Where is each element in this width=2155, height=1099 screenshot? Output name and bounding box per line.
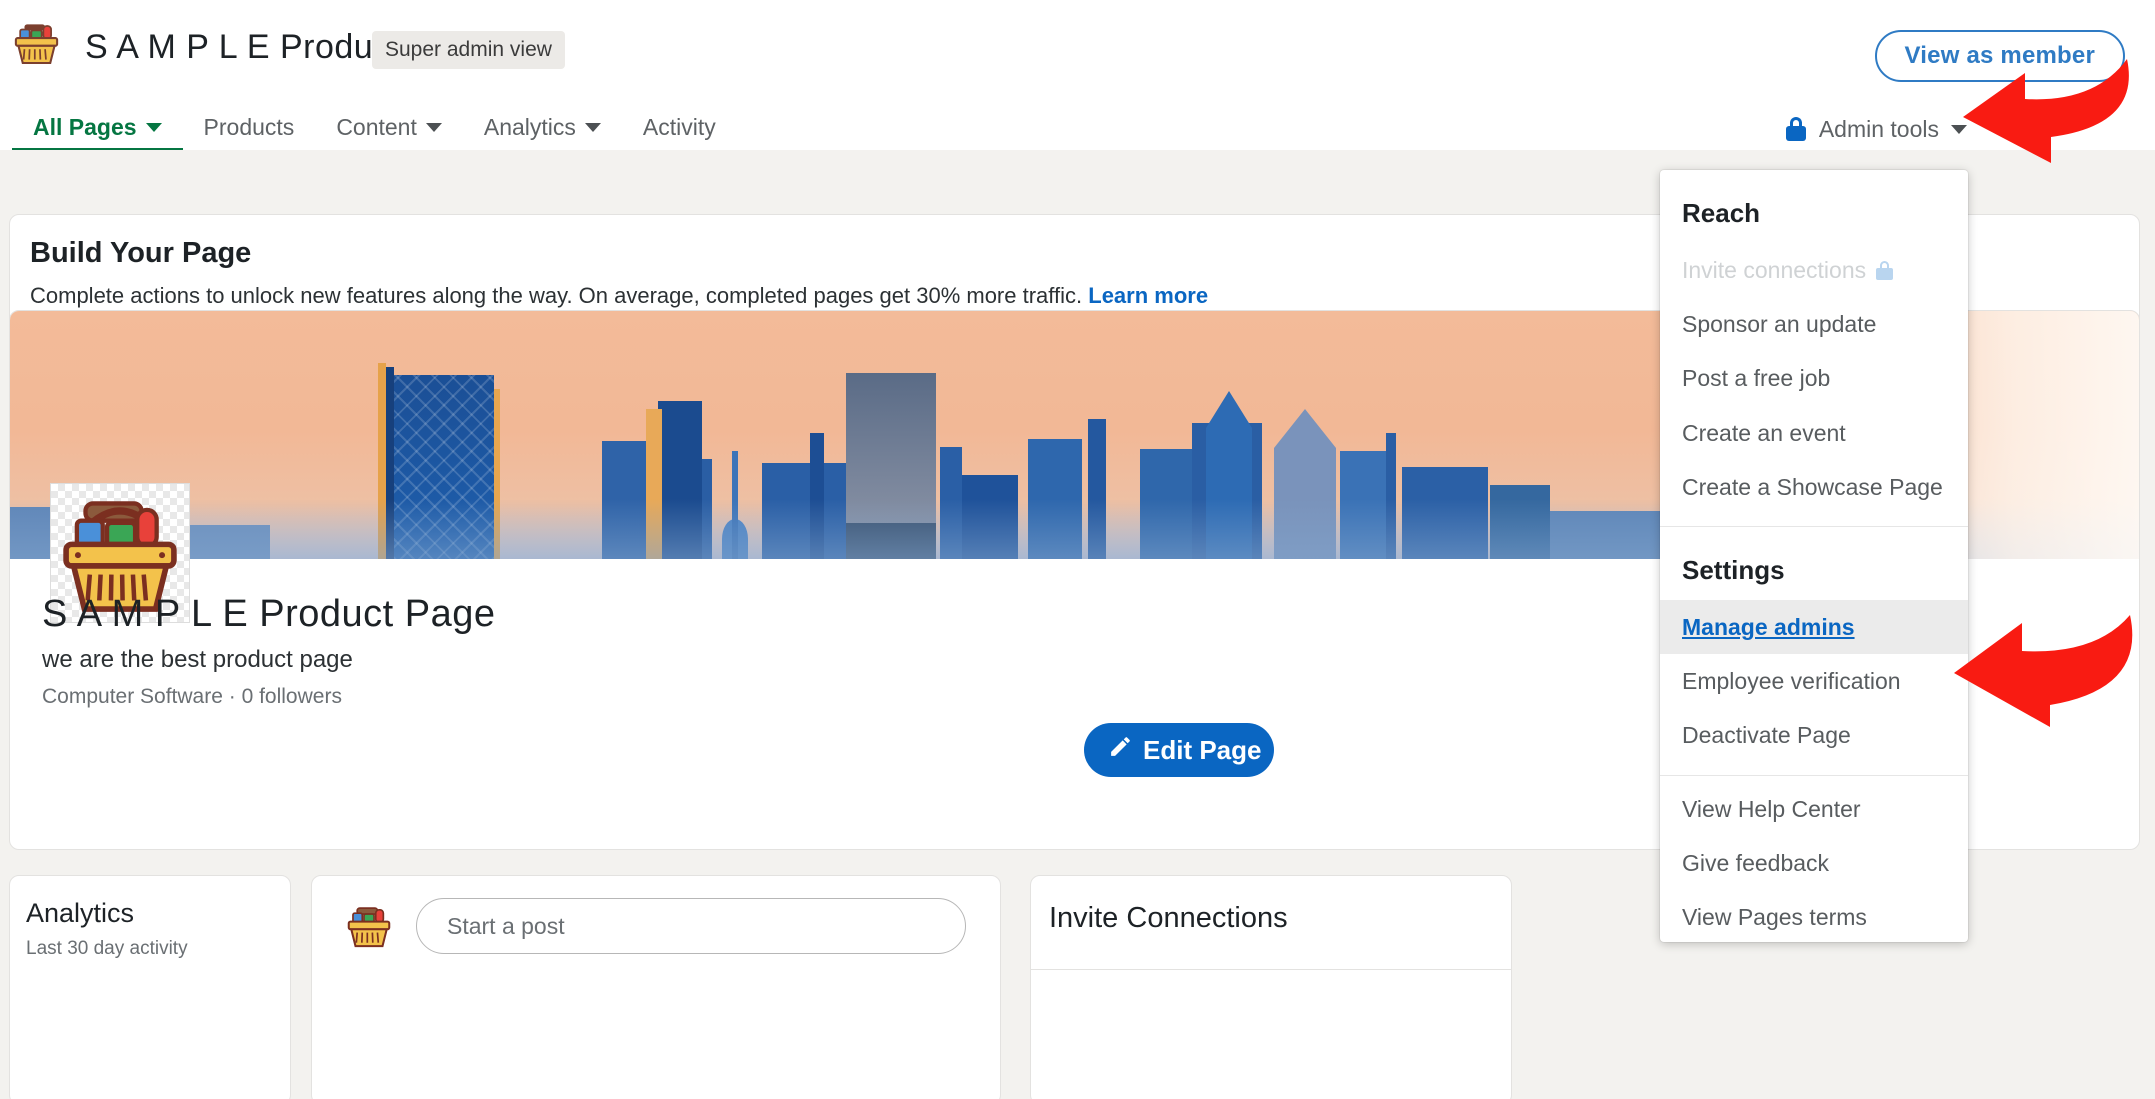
chevron-down-icon: [145, 122, 162, 132]
chevron-down-icon: [425, 122, 442, 132]
menu-item-sponsor-an-update[interactable]: Sponsor an update: [1660, 297, 1968, 351]
menu-item-give-feedback[interactable]: Give feedback: [1660, 836, 1968, 890]
nav-label: All Pages: [33, 113, 137, 140]
menu-item-view-help-center[interactable]: View Help Center: [1660, 782, 1968, 836]
menu-section-heading: Settings: [1682, 554, 1785, 585]
admin-tools-dropdown[interactable]: Reach Invite connections Sponsor an update…: [1660, 170, 1968, 942]
menu-item-deactivate-page[interactable]: Deactivate Page: [1660, 708, 1968, 762]
menu-item-employee-verification[interactable]: Employee verification: [1660, 654, 1968, 708]
nav-label: Content: [336, 113, 417, 140]
super-admin-badge: Super admin view: [372, 31, 565, 69]
profile-name: S A M P L E Product Page: [42, 593, 496, 635]
profile-tagline: we are the best product page: [42, 646, 353, 673]
build-page-subtitle-text: Complete actions to unlock new features …: [30, 283, 1083, 308]
menu-item-create-a-showcase-page[interactable]: Create a Showcase Page: [1660, 460, 1968, 514]
analytics-title: Analytics: [26, 898, 135, 928]
menu-item-label: Post a free job: [1682, 365, 1831, 392]
edit-page-label: Edit Page: [1143, 734, 1262, 765]
divider: [1031, 969, 1511, 970]
pencil-icon: [1108, 734, 1133, 766]
top-header: S A M P L E Product Page Super admin vie…: [0, 0, 2155, 108]
nav-items: All Pages Products Content Analytics Act…: [12, 108, 737, 152]
nav-label: Analytics: [483, 113, 576, 140]
menu-divider: [1660, 774, 1968, 776]
analytics-subtitle: Last 30 day activity: [26, 938, 188, 959]
invite-connections-title: Invite Connections: [1049, 902, 1288, 934]
menu-item-invite-connections: Invite connections: [1660, 243, 1968, 297]
menu-item-label: Invite connections: [1682, 257, 1867, 283]
lock-icon: [1876, 260, 1894, 280]
learn-more-link[interactable]: Learn more: [1088, 283, 1208, 308]
admin-tools-label: Admin tools: [1818, 115, 1939, 142]
menu-item-view-pages-terms[interactable]: View Pages terms: [1660, 890, 1968, 944]
build-page-title: Build Your Page: [30, 237, 252, 269]
menu-item-label: View Help Center: [1682, 795, 1861, 822]
chevron-down-icon: [1951, 124, 1967, 134]
nav-item-all-pages[interactable]: All Pages: [12, 108, 183, 152]
main-nav: All Pages Products Content Analytics Act…: [0, 108, 2155, 152]
build-page-subtitle: Complete actions to unlock new features …: [30, 283, 1208, 309]
nav-label: Products: [203, 113, 295, 140]
view-as-member-button[interactable]: View as member: [1874, 30, 2125, 82]
menu-item-manage-admins[interactable]: Manage admins: [1660, 599, 1968, 655]
edit-page-button[interactable]: Edit Page: [1084, 723, 1274, 777]
menu-item-label: Employee verification: [1682, 668, 1901, 695]
menu-item-label: View Pages terms: [1682, 903, 1867, 930]
admin-tools-button[interactable]: Admin tools: [1785, 111, 1967, 147]
menu-item-label: Give feedback: [1682, 849, 1830, 876]
shopping-basket-icon[interactable]: [9, 14, 64, 69]
menu-section-heading: Reach: [1682, 198, 1761, 228]
nav-item-products[interactable]: Products: [183, 108, 316, 146]
nav-item-analytics[interactable]: Analytics: [463, 108, 622, 146]
menu-item-label: Create a Showcase Page: [1682, 473, 1943, 500]
menu-item-label: Deactivate Page: [1682, 722, 1851, 749]
menu-item-post-a-free-job[interactable]: Post a free job: [1660, 351, 1968, 405]
nav-item-activity[interactable]: Activity: [622, 108, 737, 146]
menu-item-label: Sponsor an update: [1682, 311, 1877, 338]
shopping-basket-icon: [342, 898, 396, 952]
chevron-down-icon: [584, 122, 601, 132]
profile-meta: Computer Software · 0 followers: [42, 685, 342, 708]
menu-item-create-an-event[interactable]: Create an event: [1660, 406, 1968, 460]
start-post-card: Start a post: [311, 875, 1001, 1099]
invite-connections-card: Invite Connections: [1030, 875, 1512, 1099]
analytics-card[interactable]: Analytics Last 30 day activity: [9, 875, 291, 1099]
nav-item-content[interactable]: Content: [315, 108, 463, 146]
start-a-post-input[interactable]: Start a post: [416, 898, 966, 954]
menu-divider: [1660, 525, 1968, 527]
menu-item-label: Manage admins: [1682, 613, 1855, 640]
lock-icon: [1785, 117, 1807, 141]
menu-item-label: Create an event: [1682, 419, 1846, 446]
nav-label: Activity: [642, 113, 716, 140]
